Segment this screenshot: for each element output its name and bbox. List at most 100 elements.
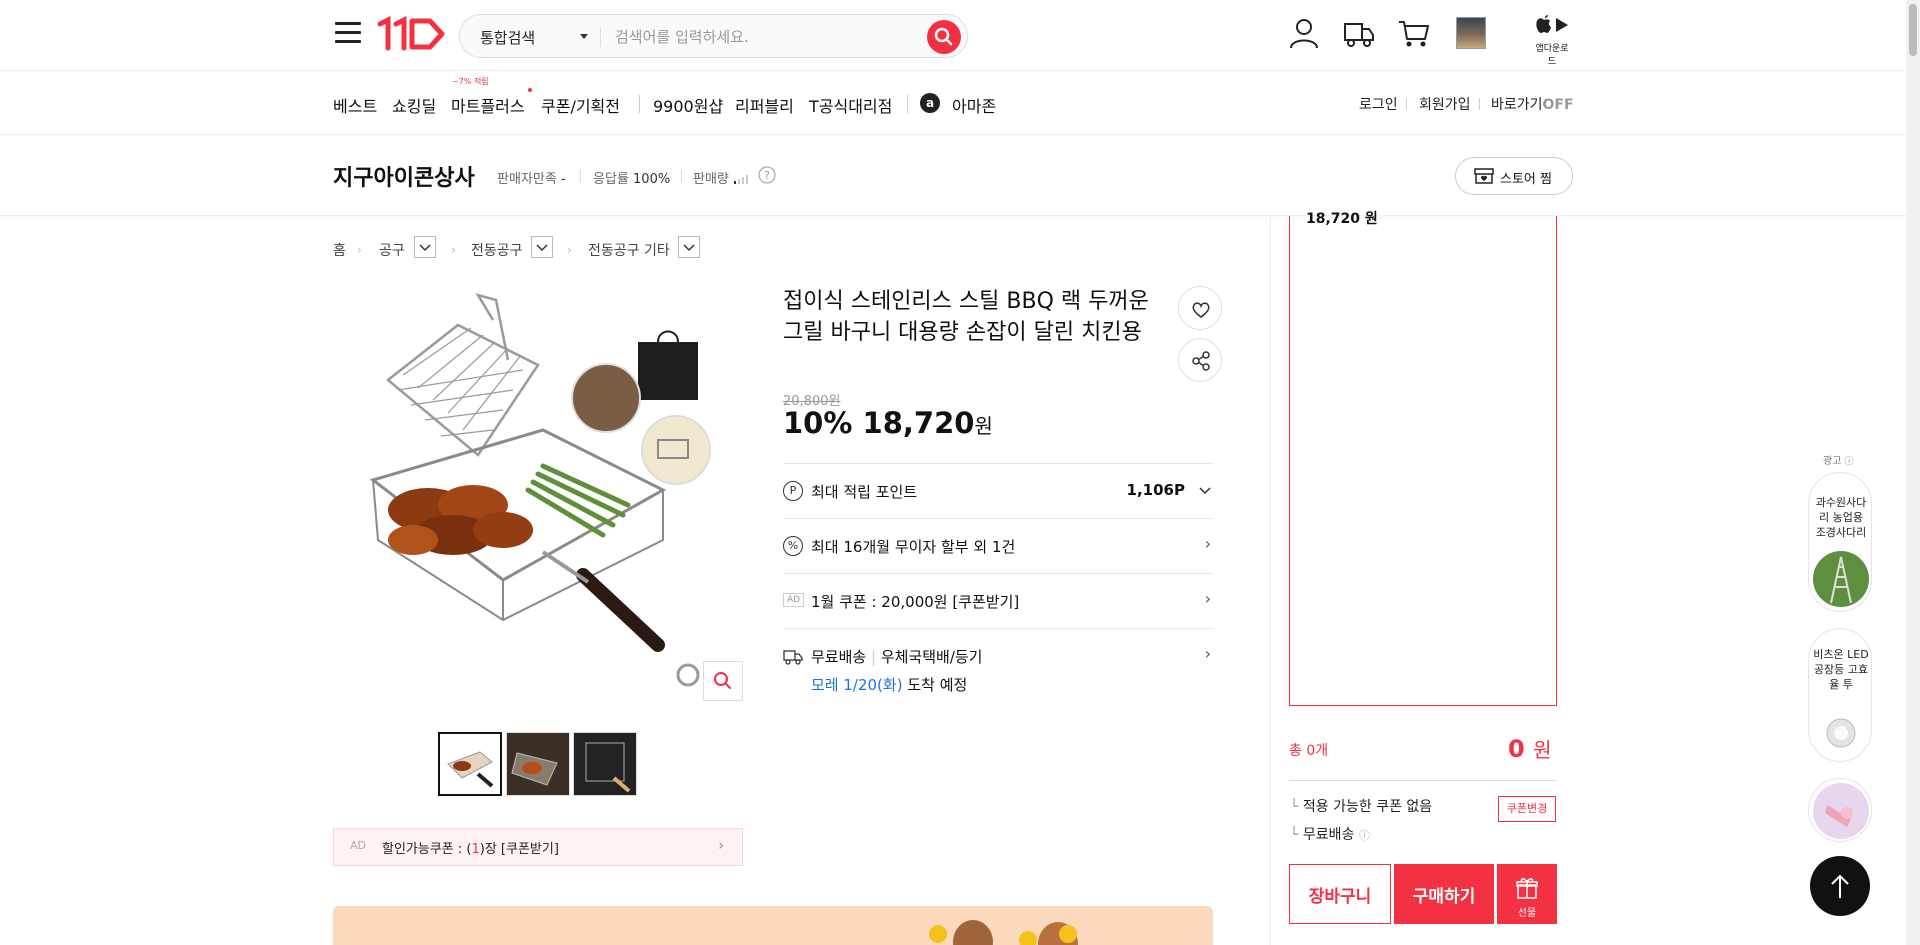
- nav-item-best[interactable]: 베스트: [333, 93, 377, 117]
- response-value: 100%: [633, 172, 671, 187]
- coupon-suffix: )장 [쿠폰받기]: [479, 842, 559, 857]
- heart-icon: [1192, 302, 1210, 318]
- points-label: 최대 적립 포인트: [811, 483, 918, 501]
- delivery-method: 우체국택배/등기: [880, 648, 983, 666]
- breadcrumb-power-tools[interactable]: 전동공구: [471, 240, 523, 260]
- nav-item-shocking-deal[interactable]: 쇼킹딜: [392, 93, 436, 117]
- coupon-count: 1: [471, 842, 480, 857]
- gift-label: 선물: [1517, 908, 1537, 919]
- gift-button[interactable]: 선물: [1497, 864, 1557, 924]
- grill-basket-image: [369, 292, 711, 687]
- points-value: 1,106P: [1126, 481, 1185, 499]
- breadcrumb-tools[interactable]: 공구: [379, 240, 405, 260]
- total-price: 0 원: [1508, 734, 1551, 763]
- sale-price: 10% 18,720원: [783, 406, 993, 440]
- points-row[interactable]: P 최대 적립 포인트 1,106P: [783, 463, 1213, 518]
- ad-badge: AD: [783, 593, 805, 607]
- delivery-label: 무료배송 | 우체국택배/등기: [811, 646, 982, 667]
- login-link[interactable]: 로그인: [1359, 94, 1398, 114]
- menu-icon[interactable]: [335, 22, 361, 44]
- sale-price-value: 18,720: [862, 406, 975, 440]
- divider: [639, 95, 640, 113]
- app-download-label[interactable]: 앱다운로드: [1532, 41, 1572, 67]
- add-to-cart-button[interactable]: 장바구니: [1289, 864, 1391, 924]
- shortcut-state: OFF: [1542, 97, 1574, 113]
- nav-item-amazon[interactable]: 아마존: [952, 93, 996, 117]
- nav-item-refurbly[interactable]: 리퍼블리: [735, 93, 794, 117]
- product-image: [1813, 783, 1869, 839]
- breadcrumb-dropdown[interactable]: [531, 236, 553, 258]
- divider: [1270, 216, 1271, 945]
- coupon-change-button[interactable]: 쿠폰변경: [1498, 796, 1556, 822]
- chevron-right-icon: ›: [1204, 644, 1211, 663]
- buy-now-button[interactable]: 구매하기: [1394, 864, 1494, 924]
- store-name[interactable]: 지구아이콘상사: [333, 160, 475, 192]
- store-satisfaction: 판매자만족 -: [497, 168, 566, 187]
- ad-card[interactable]: 비츠온 LED공장등 고효율 투: [1808, 628, 1872, 762]
- free-delivery: 무료배송: [811, 648, 867, 666]
- scrollbar[interactable]: [1906, 0, 1920, 945]
- divider: [681, 170, 682, 182]
- share-icon: [1192, 351, 1210, 371]
- user-icon[interactable]: [1287, 16, 1321, 50]
- thumbnail[interactable]: [438, 732, 502, 796]
- corner-icon: └: [1290, 827, 1299, 843]
- coupon-bar[interactable]: AD 할인가능쿠폰 : (1)장 [쿠폰받기] ›: [333, 828, 743, 866]
- ad-card-text: 비츠온 LED공장등 고효율 투: [1813, 648, 1869, 691]
- thumbnail[interactable]: [506, 732, 570, 796]
- scroll-to-top-button[interactable]: [1810, 856, 1870, 916]
- cart-icon[interactable]: [1397, 16, 1431, 50]
- nav-item-coupon[interactable]: 쿠폰/기획전: [541, 93, 620, 117]
- breadcrumb-home[interactable]: 홈: [333, 240, 346, 260]
- discount-rate: 10%: [783, 406, 853, 440]
- chevron-down-icon[interactable]: [580, 34, 588, 39]
- ad-card[interactable]: 과수원사다리 농업용 조경사다리: [1808, 472, 1872, 612]
- new-dot: [528, 88, 532, 92]
- zoom-icon: [714, 672, 731, 689]
- divider: [907, 95, 908, 113]
- coupon-row[interactable]: AD 1월 쿠폰 : 20,000원 [쿠폰받기] ›: [783, 573, 1213, 628]
- wishlist-button[interactable]: [1178, 286, 1222, 330]
- search-input[interactable]: [615, 25, 895, 49]
- total-value: 0: [1508, 735, 1525, 763]
- app-store-icon[interactable]: [1532, 14, 1572, 38]
- signup-link[interactable]: 회원가입: [1419, 94, 1471, 114]
- logo[interactable]: [376, 16, 448, 52]
- search-button[interactable]: [927, 20, 961, 54]
- recent-product-thumbnail[interactable]: [1456, 17, 1486, 49]
- product-title: 접이식 스테인리스 스틸 BBQ 랙 두꺼운 그릴 바구니 대용량 손잡이 달린…: [783, 289, 1149, 345]
- ad-label-text: 광고: [1823, 456, 1842, 467]
- product-main-image[interactable]: [333, 290, 743, 700]
- info-icon[interactable]: ⓘ: [1845, 457, 1854, 467]
- breadcrumb-power-tools-etc[interactable]: 전동공구 기타: [588, 240, 670, 260]
- share-button[interactable]: [1178, 338, 1222, 382]
- breadcrumb-dropdown[interactable]: [414, 236, 436, 258]
- help-icon[interactable]: ?: [758, 166, 776, 184]
- shortcut-toggle[interactable]: 바로가기OFF: [1491, 94, 1574, 114]
- divider: |: [870, 648, 877, 666]
- delivery-truck-icon: [783, 650, 803, 665]
- header: 통합검색 앱다운로드: [0, 0, 1920, 71]
- divider: [600, 27, 601, 47]
- store-follow-button[interactable]: 스토어 찜: [1455, 157, 1573, 195]
- ad-card-text: 과수원사다리 농업용 조경사다리: [1815, 496, 1867, 539]
- delivery-date: 모레 1/20(화): [811, 676, 903, 694]
- delivery-eta: 모레 1/20(화) 도착 예정: [811, 674, 967, 695]
- delivery-truck-icon[interactable]: [1342, 16, 1376, 50]
- scrollbar-thumb[interactable]: [1909, 4, 1917, 56]
- info-icon[interactable]: ⓘ: [1359, 829, 1370, 842]
- nav-item-t-official[interactable]: T공식대리점: [809, 93, 892, 117]
- thumbnail[interactable]: [573, 732, 637, 796]
- delivery-row[interactable]: 무료배송 | 우체국택배/등기 모레 1/20(화) 도착 예정 ›: [783, 628, 1213, 708]
- nav-item-9900[interactable]: 9900원샵: [653, 93, 723, 117]
- installment-label: 최대 16개월 무이자 할부 외 1건: [811, 538, 1016, 556]
- breadcrumb-dropdown[interactable]: [678, 236, 700, 258]
- coupon-text: 할인가능쿠폰 : (1)장 [쿠폰받기]: [382, 838, 559, 857]
- zoom-button[interactable]: [703, 661, 743, 701]
- chevron-down-icon: [536, 244, 548, 252]
- installment-row[interactable]: % 최대 16개월 무이자 할부 외 1건 ›: [783, 518, 1213, 573]
- promo-banner[interactable]: [333, 906, 1213, 945]
- nav-item-mart-plus[interactable]: 마트플러스: [451, 93, 525, 117]
- ad-card[interactable]: [1808, 778, 1872, 842]
- search-category[interactable]: 통합검색: [480, 27, 535, 48]
